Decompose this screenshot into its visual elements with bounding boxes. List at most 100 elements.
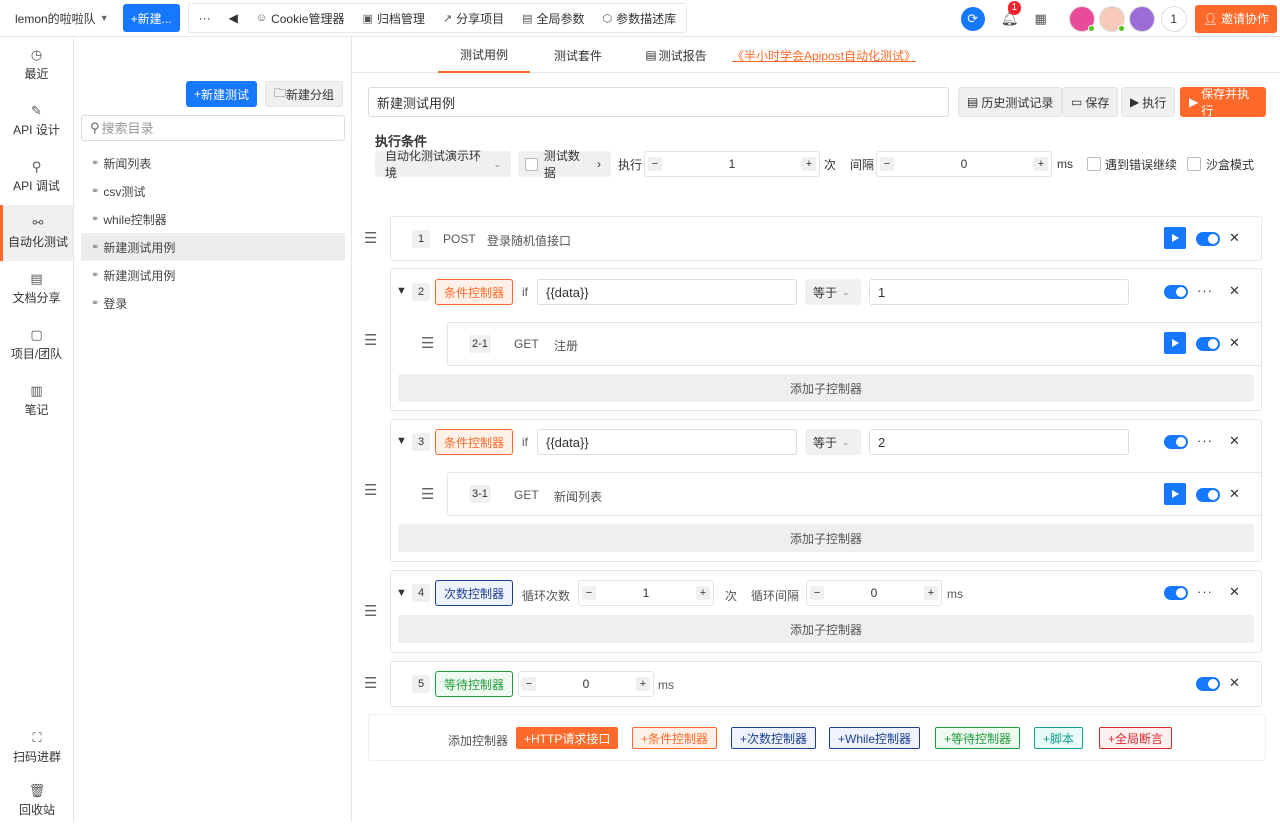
collapse-triangle-icon[interactable]: ▼ <box>396 435 407 447</box>
loop-interval-stepper[interactable]: − 0 + <box>806 580 942 606</box>
nav-doc-share[interactable]: ▤ 文档分享 <box>0 261 73 317</box>
list-item[interactable]: ⚭ 新建测试用例 <box>81 233 345 261</box>
step-toggle[interactable] <box>1196 677 1220 691</box>
minus-icon[interactable]: − <box>582 586 596 600</box>
collapse-triangle-icon[interactable]: ▼ <box>396 587 407 599</box>
step-toggle[interactable] <box>1164 435 1188 449</box>
add-child-controller-button[interactable]: 添加子控制器 <box>398 524 1254 552</box>
save-and-run-button[interactable]: ▶ 保存并执行 <box>1180 87 1266 118</box>
close-icon[interactable]: ✕ <box>1229 675 1240 691</box>
tab-test-suite[interactable]: 测试套件 <box>542 37 614 73</box>
drag-handle-icon[interactable]: ☰ <box>364 333 377 348</box>
step-name[interactable]: 登录随机值接口 <box>487 232 571 249</box>
step-name[interactable]: 新闻列表 <box>554 488 602 505</box>
test-data-checkbox[interactable] <box>525 157 538 171</box>
interval-stepper[interactable]: − 0 + <box>876 151 1052 177</box>
list-item[interactable]: ⚭ 新建测试用例 <box>81 261 345 289</box>
tab-test-report[interactable]: ▤ 测试报告 <box>634 37 718 73</box>
run-times-stepper[interactable]: − 1 + <box>644 151 820 177</box>
more-icon[interactable]: ··· <box>1197 433 1213 448</box>
close-icon[interactable]: ✕ <box>1229 584 1240 600</box>
step-toggle[interactable] <box>1164 586 1188 600</box>
collapse-triangle-icon[interactable]: ▼ <box>396 285 407 297</box>
avatar[interactable] <box>1068 5 1095 32</box>
tutorial-link[interactable]: 《半小时学会Apipost自动化测试》 <box>732 37 916 73</box>
play-icon[interactable] <box>1164 483 1186 505</box>
close-icon[interactable]: ✕ <box>1229 283 1240 299</box>
plus-icon[interactable]: + <box>802 157 816 171</box>
close-icon[interactable]: ✕ <box>1229 230 1240 246</box>
directory-search[interactable]: ⚲ <box>81 115 345 141</box>
env-select[interactable]: 自动化测试演示环境 ⌄ <box>375 149 511 180</box>
new-test-button[interactable]: + 新建测试 <box>185 81 257 107</box>
operator-select[interactable]: 等于 ⌄ <box>805 429 861 455</box>
notes-icon[interactable]: ▦ <box>1034 11 1046 27</box>
add-child-controller-button[interactable]: 添加子控制器 <box>398 374 1254 402</box>
global-params[interactable]: ▤ 全局参数 <box>522 10 584 27</box>
more-icon[interactable]: ··· <box>1197 584 1213 599</box>
notification-bell[interactable]: 🔔︎ 1 <box>1001 1 1022 27</box>
close-icon[interactable]: ✕ <box>1229 335 1240 351</box>
share-project[interactable]: ↗ 分享项目 <box>443 10 504 27</box>
drag-handle-icon[interactable]: ☰ <box>364 483 377 498</box>
nav-automation-test[interactable]: ⚯ 自动化测试 <box>0 205 73 261</box>
list-item[interactable]: ⚭ while控制器 <box>81 205 345 233</box>
condition-value-input[interactable]: 2 <box>869 429 1129 455</box>
plus-icon[interactable]: + <box>1034 157 1048 171</box>
minus-icon[interactable]: − <box>522 677 536 691</box>
test-data-button[interactable]: 测试数据 › <box>518 149 611 180</box>
invite-button[interactable]: 👤︎ 邀请协作 <box>1194 4 1277 33</box>
list-item[interactable]: ⚭ 登录 <box>81 289 345 317</box>
operator-select[interactable]: 等于 ⌄ <box>805 279 861 305</box>
add-count-controller-button[interactable]: +次数控制器 <box>731 727 817 749</box>
loop-count-stepper[interactable]: − 1 + <box>578 580 714 606</box>
nav-api-design[interactable]: ✎ API 设计 <box>0 93 73 149</box>
search-input[interactable] <box>101 120 322 136</box>
nav-recent[interactable]: ◷ 最近 <box>0 37 73 93</box>
step-toggle[interactable] <box>1196 337 1220 351</box>
nav-api-debug[interactable]: ⚲ API 调试 <box>0 149 73 205</box>
avatar[interactable] <box>1098 5 1125 32</box>
plus-icon[interactable]: + <box>696 586 710 600</box>
plus-icon[interactable]: + <box>636 677 650 691</box>
add-global-assert-button[interactable]: +全局断言 <box>1099 727 1173 749</box>
add-condition-controller-button[interactable]: +条件控制器 <box>632 727 718 749</box>
avatar[interactable] <box>1128 5 1155 32</box>
list-item[interactable]: ⚭ 新闻列表 <box>81 149 345 177</box>
collapse-icon[interactable]: ◀ <box>229 11 238 25</box>
param-desc-library[interactable]: ⬡ 参数描述库 <box>603 10 677 27</box>
team-switcher[interactable]: lemon的啦啦队 ▼ <box>15 10 109 27</box>
add-while-controller-button[interactable]: +While控制器 <box>829 727 921 749</box>
member-count[interactable]: 1 <box>1160 5 1187 32</box>
nav-recycle-bin[interactable]: 🗑︎ 回收站 <box>0 776 74 826</box>
drag-handle-icon[interactable]: ☰ <box>421 487 434 502</box>
plus-icon[interactable]: + <box>924 586 938 600</box>
condition-var-input[interactable]: {{data}} <box>537 279 797 305</box>
sync-icon[interactable]: ⟳ <box>960 6 985 31</box>
nav-notes[interactable]: ▥ 笔记 <box>0 373 73 429</box>
step-toggle[interactable] <box>1196 232 1220 246</box>
more-icon[interactable]: ··· <box>199 11 211 25</box>
drag-handle-icon[interactable]: ☰ <box>364 231 377 246</box>
new-button[interactable]: +新建... <box>122 4 180 32</box>
add-child-controller-button[interactable]: 添加子控制器 <box>398 615 1254 643</box>
minus-icon[interactable]: − <box>810 586 824 600</box>
list-item[interactable]: ⚭ csv测试 <box>81 177 345 205</box>
add-wait-controller-button[interactable]: +等待控制器 <box>935 727 1021 749</box>
continue-on-error-checkbox[interactable] <box>1087 157 1101 171</box>
step-toggle[interactable] <box>1196 488 1220 502</box>
add-script-button[interactable]: +脚本 <box>1034 727 1084 749</box>
add-http-request-button[interactable]: +HTTP请求接口 <box>516 727 619 749</box>
save-button[interactable]: ▭ 保存 <box>1062 87 1119 117</box>
history-button[interactable]: ▤ 历史测试记录 <box>958 87 1063 117</box>
play-icon[interactable] <box>1164 332 1186 354</box>
condition-value-input[interactable]: 1 <box>869 279 1129 305</box>
drag-handle-icon[interactable]: ☰ <box>421 336 434 351</box>
close-icon[interactable]: ✕ <box>1229 486 1240 502</box>
minus-icon[interactable]: − <box>648 157 662 171</box>
more-icon[interactable]: ··· <box>1197 283 1213 298</box>
condition-var-input[interactable]: {{data}} <box>537 429 797 455</box>
tab-test-case[interactable]: 测试用例 <box>438 37 530 73</box>
cookie-manager[interactable]: ☺ Cookie管理器 <box>256 10 345 27</box>
nav-project-team[interactable]: ▢ 项目/团队 <box>0 317 73 373</box>
